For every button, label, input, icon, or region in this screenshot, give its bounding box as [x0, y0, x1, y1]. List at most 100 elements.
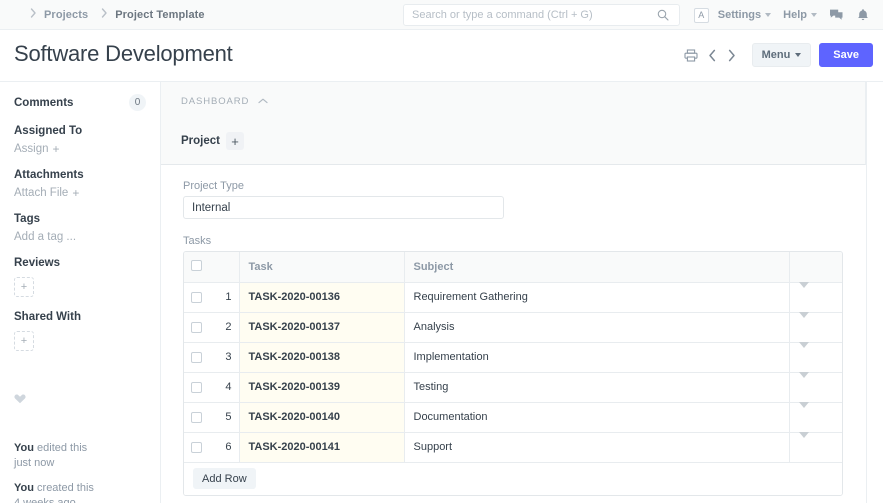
chevron-up-icon[interactable]: [258, 96, 268, 107]
navbar-right: A Settings Help: [694, 0, 873, 30]
chevron-down-icon[interactable]: [799, 282, 809, 305]
row-number: 2: [225, 321, 231, 333]
form-area: Project Type Tasks Task Subject: [161, 165, 883, 503]
assign-label: Assign: [14, 143, 49, 155]
cell-task[interactable]: TASK-2020-00137: [239, 312, 404, 342]
row-expand-cell: [789, 402, 843, 432]
search-icon[interactable]: [652, 9, 674, 21]
row-checkbox[interactable]: [191, 292, 202, 303]
table-header-row: Task Subject: [184, 252, 843, 282]
add-chart-button[interactable]: +: [226, 132, 244, 150]
chevron-left-icon[interactable]: [703, 49, 722, 62]
sidebar-section-comments[interactable]: Comments 0: [14, 94, 146, 111]
column-header-subject[interactable]: Subject: [404, 252, 789, 282]
activity-time: just now: [14, 456, 146, 471]
table-body: 1 TASK-2020-00136 Requirement Gathering: [184, 282, 843, 462]
dashboard-label: DASHBOARD: [181, 96, 249, 107]
chevron-down-icon[interactable]: [799, 312, 809, 335]
right-divider: [866, 82, 867, 503]
cell-subject[interactable]: Implementation: [404, 342, 789, 372]
add-row-button[interactable]: Add Row: [193, 468, 256, 489]
dashboard-section: DASHBOARD Project +: [161, 82, 866, 165]
add-review-button[interactable]: +: [14, 277, 34, 297]
save-button[interactable]: Save: [819, 43, 873, 67]
activity-item-edited: You edited this just now: [14, 441, 146, 471]
activity-actor: You: [14, 442, 34, 454]
table-row[interactable]: 1 TASK-2020-00136 Requirement Gathering: [184, 282, 843, 312]
row-checkbox[interactable]: [191, 322, 202, 333]
cell-task[interactable]: TASK-2020-00139: [239, 372, 404, 402]
tab-project[interactable]: Project: [181, 135, 220, 147]
row-select-cell: 4: [184, 372, 239, 402]
chevron-down-icon: [811, 13, 817, 17]
row-select-cell: 3: [184, 342, 239, 372]
chevron-down-icon[interactable]: [799, 342, 809, 365]
project-type-input[interactable]: [183, 196, 504, 219]
plus-icon: +: [53, 143, 60, 155]
global-search[interactable]: [403, 4, 680, 26]
help-menu[interactable]: Help: [783, 9, 817, 21]
cell-subject[interactable]: Support: [404, 432, 789, 462]
row-expand-cell: [789, 342, 843, 372]
activity-action: created this: [34, 482, 94, 494]
bell-icon[interactable]: [857, 8, 869, 22]
table-row[interactable]: 3 TASK-2020-00138 Implementation: [184, 342, 843, 372]
cell-task[interactable]: TASK-2020-00140: [239, 402, 404, 432]
settings-menu[interactable]: Settings: [718, 9, 771, 21]
cell-task[interactable]: TASK-2020-00136: [239, 282, 404, 312]
cell-subject[interactable]: Analysis: [404, 312, 789, 342]
add-tag-input[interactable]: Add a tag ...: [14, 231, 146, 243]
project-type-label: Project Type: [183, 180, 244, 192]
breadcrumb-item-project-template[interactable]: Project Template: [115, 9, 204, 21]
app-window: Projects Project Template A Settings Hel…: [0, 0, 883, 503]
add-share-button[interactable]: +: [14, 331, 34, 351]
row-checkbox[interactable]: [191, 412, 202, 423]
assign-button[interactable]: Assign +: [14, 143, 146, 155]
reviews-label: Reviews: [14, 257, 146, 269]
row-number: 4: [225, 381, 231, 393]
row-expand-cell: [789, 432, 843, 462]
table-row[interactable]: 4 TASK-2020-00139 Testing: [184, 372, 843, 402]
cell-subject[interactable]: Documentation: [404, 402, 789, 432]
row-checkbox[interactable]: [191, 442, 202, 453]
row-checkbox[interactable]: [191, 352, 202, 363]
comment-icon[interactable]: [829, 8, 844, 22]
chevron-right-icon-2: [101, 8, 108, 21]
comments-label: Comments: [14, 97, 73, 109]
chevron-down-icon[interactable]: [799, 402, 809, 425]
search-input[interactable]: [404, 5, 652, 25]
heart-icon[interactable]: [14, 391, 146, 409]
attach-file-label: Attach File: [14, 187, 68, 199]
column-header-select: [184, 252, 239, 282]
table-row[interactable]: 5 TASK-2020-00140 Documentation: [184, 402, 843, 432]
cell-subject[interactable]: Requirement Gathering: [404, 282, 789, 312]
dashboard-section-toggle[interactable]: DASHBOARD: [181, 96, 268, 107]
table-row[interactable]: 6 TASK-2020-00141 Support: [184, 432, 843, 462]
cell-subject[interactable]: Testing: [404, 372, 789, 402]
chevron-down-icon[interactable]: [799, 372, 809, 395]
breadcrumb-item-projects[interactable]: Projects: [44, 9, 88, 21]
row-select-cell: 2: [184, 312, 239, 342]
table-row[interactable]: 2 TASK-2020-00137 Analysis: [184, 312, 843, 342]
printer-icon[interactable]: [679, 49, 703, 62]
dashboard-tabs: Project +: [181, 132, 244, 150]
page-header: Software Development Menu Save: [0, 30, 883, 82]
column-header-task[interactable]: Task: [239, 252, 404, 282]
left-sidebar: Comments 0 Assigned To Assign + Attachme…: [0, 82, 161, 503]
row-select-cell: 6: [184, 432, 239, 462]
tasks-label: Tasks: [183, 235, 211, 247]
grid-footer: Add Row: [184, 463, 842, 495]
row-checkbox[interactable]: [191, 382, 202, 393]
menu-button[interactable]: Menu: [752, 43, 812, 67]
row-number: 3: [225, 351, 231, 363]
chevron-right-icon-nav[interactable]: [722, 49, 741, 62]
chevron-down-icon[interactable]: [799, 432, 809, 455]
select-all-checkbox[interactable]: [191, 260, 202, 271]
column-header-actions: [789, 252, 843, 282]
cell-task[interactable]: TASK-2020-00138: [239, 342, 404, 372]
avatar[interactable]: A: [694, 8, 709, 23]
activity-item-created: You created this 4 weeks ago: [14, 481, 146, 503]
attach-file-button[interactable]: Attach File +: [14, 187, 146, 199]
tags-label: Tags: [14, 213, 146, 225]
cell-task[interactable]: TASK-2020-00141: [239, 432, 404, 462]
